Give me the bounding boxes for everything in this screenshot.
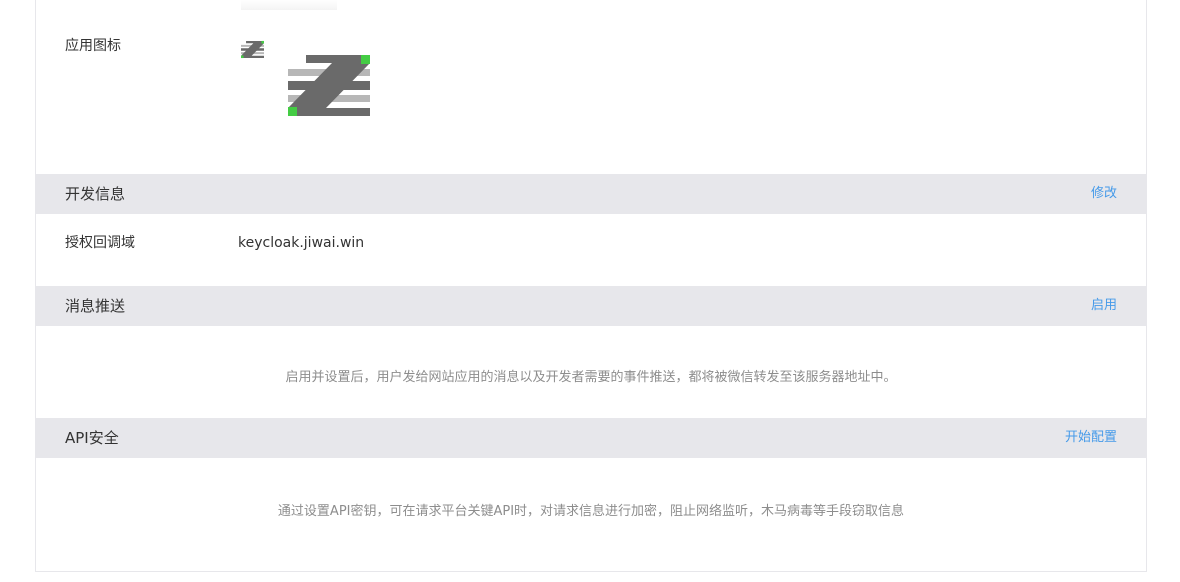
message-push-section-header: 消息推送 启用 [36,286,1146,326]
app-icon-large [288,55,370,116]
app-detail-panel: 应用图标 开发信息 修改 授权回调域 keycloak.jiwai.win 消息… [35,0,1147,572]
api-security-section-header: API安全 开始配置 [36,418,1146,458]
dev-info-edit-link[interactable]: 修改 [1091,185,1117,203]
callback-domain-value: keycloak.jiwai.win [238,235,365,251]
dev-info-title: 开发信息 [65,185,126,203]
previous-row-remnant [241,0,337,10]
api-security-configure-link[interactable]: 开始配置 [1065,429,1117,447]
message-push-title: 消息推送 [65,297,126,315]
app-icon-label: 应用图标 [65,38,121,54]
api-security-title: API安全 [65,429,119,447]
callback-domain-label: 授权回调域 [65,235,135,251]
message-push-enable-link[interactable]: 启用 [1091,297,1117,315]
api-security-hint: 通过设置API密钥，可在请求平台关键API时，对请求信息进行加密，阻止网络监听，… [277,504,905,519]
message-push-hint: 启用并设置后，用户发给网站应用的消息以及开发者需要的事件推送，都将被微信转发至该… [285,370,897,385]
dev-info-section-header: 开发信息 修改 [36,174,1146,214]
app-icon-small [241,40,264,59]
